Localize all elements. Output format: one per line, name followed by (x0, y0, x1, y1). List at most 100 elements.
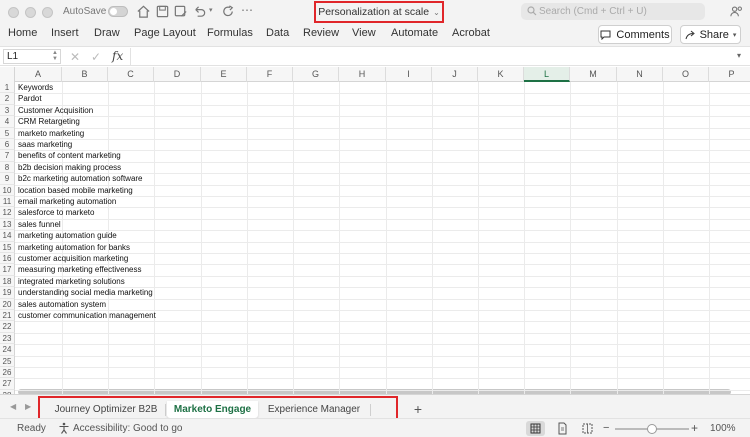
cell-a20[interactable]: sales automation system (18, 299, 106, 310)
zoom-in-button[interactable]: + (691, 421, 698, 435)
row-header-18[interactable]: 18 (0, 275, 15, 288)
comments-button[interactable]: Comments (598, 25, 672, 44)
sheet-tab-marketo-engage[interactable]: Marketo Engage (167, 401, 258, 418)
cell-a17[interactable]: measuring marketing effectiveness (18, 264, 141, 275)
cell-a14[interactable]: marketing automation guide (18, 230, 117, 241)
column-header-m[interactable]: M (570, 67, 617, 82)
column-header-n[interactable]: N (617, 67, 663, 82)
more-icon[interactable]: ⋯ (241, 3, 256, 18)
tab-data[interactable]: Data (266, 27, 289, 39)
cell-a13[interactable]: sales funnel (18, 219, 61, 230)
next-sheet-icon[interactable]: ▶ (25, 402, 31, 411)
prev-sheet-icon[interactable]: ◀ (10, 402, 16, 411)
row-header-10[interactable]: 10 (0, 184, 15, 196)
save-as-icon[interactable] (173, 4, 188, 19)
tab-acrobat[interactable]: Acrobat (452, 27, 490, 39)
column-header-k[interactable]: K (478, 67, 524, 82)
redo-icon[interactable] (221, 4, 236, 19)
column-header-p[interactable]: P (709, 67, 750, 82)
page-layout-view-icon[interactable] (553, 421, 572, 436)
row-header-1[interactable]: 1 (0, 82, 15, 94)
cell-a16[interactable]: customer acquisition marketing (18, 253, 128, 264)
row-header-15[interactable]: 15 (0, 241, 15, 253)
row-header-7[interactable]: 7 (0, 150, 15, 162)
accessibility-icon[interactable] (58, 422, 70, 434)
home-icon[interactable] (136, 4, 151, 19)
add-sheet-button[interactable]: + (406, 401, 430, 418)
row-header-27[interactable]: 27 (0, 378, 15, 390)
zoom-slider-thumb[interactable] (647, 424, 657, 434)
zoom-level[interactable]: 100% (710, 423, 736, 434)
row-header-9[interactable]: 9 (0, 173, 15, 185)
cell-a18[interactable]: integrated marketing solutions (18, 276, 125, 287)
row-header-13[interactable]: 13 (0, 218, 15, 231)
row-header-19[interactable]: 19 (0, 287, 15, 299)
zoom-window-button[interactable] (42, 7, 53, 18)
row-header-21[interactable]: 21 (0, 310, 15, 322)
name-box[interactable]: L1 ▲ ▼ (3, 49, 61, 64)
column-header-i[interactable]: I (386, 67, 432, 82)
column-header-d[interactable]: D (154, 67, 201, 82)
share-button[interactable]: Share ▾ (680, 25, 741, 44)
minimize-window-button[interactable] (25, 7, 36, 18)
save-icon[interactable] (155, 4, 170, 19)
accessibility-status[interactable]: Accessibility: Good to go (73, 423, 183, 434)
cell-a12[interactable]: salesforce to marketo (18, 207, 94, 218)
formula-input[interactable] (130, 48, 750, 65)
confirm-formula-icon[interactable]: ✓ (91, 50, 101, 64)
row-header-12[interactable]: 12 (0, 207, 15, 219)
tab-home[interactable]: Home (8, 27, 37, 39)
cell-a11[interactable]: email marketing automation (18, 196, 116, 207)
share-people-icon[interactable] (729, 4, 744, 19)
column-header-o[interactable]: O (663, 67, 709, 82)
row-header-8[interactable]: 8 (0, 161, 15, 174)
row-header-6[interactable]: 6 (0, 139, 15, 151)
cell-a7[interactable]: benefits of content marketing (18, 150, 121, 161)
expand-formula-icon[interactable]: ▾ (737, 51, 741, 60)
cell-a5[interactable]: marketo marketing (18, 128, 84, 139)
cell-a19[interactable]: understanding social media marketing (18, 287, 153, 298)
normal-view-icon[interactable] (526, 421, 545, 436)
row-header-5[interactable]: 5 (0, 127, 15, 139)
cell-a4[interactable]: CRM Retargeting (18, 116, 80, 127)
row-header-4[interactable]: 4 (0, 116, 15, 128)
document-title-highlight[interactable]: Personalization at scale ⌄ (314, 1, 444, 23)
row-header-14[interactable]: 14 (0, 230, 15, 242)
row-header-25[interactable]: 25 (0, 355, 15, 367)
row-header-23[interactable]: 23 (0, 332, 15, 345)
tab-page-layout[interactable]: Page Layout (134, 27, 196, 39)
undo-icon[interactable] (192, 4, 207, 19)
search-input[interactable]: Search (Cmd + Ctrl + U) (521, 3, 705, 20)
row-header-26[interactable]: 26 (0, 367, 15, 379)
row-header-16[interactable]: 16 (0, 253, 15, 265)
name-box-stepper-icon[interactable]: ▲ ▼ (52, 50, 58, 62)
cell-a1[interactable]: Keywords (18, 82, 53, 93)
sheet-tab-experience-manager[interactable]: Experience Manager (262, 401, 366, 418)
share-dropdown-icon[interactable]: ▾ (733, 31, 737, 39)
row-header-22[interactable]: 22 (0, 321, 15, 333)
cell-a15[interactable]: marketing automation for banks (18, 242, 130, 253)
column-header-f[interactable]: F (247, 67, 293, 82)
tab-review[interactable]: Review (303, 27, 339, 39)
sheet-tab-journey-optimizer-b2b[interactable]: Journey Optimizer B2B (48, 401, 164, 418)
column-header-l[interactable]: L (524, 67, 570, 82)
cell-a2[interactable]: Pardot (18, 93, 42, 104)
cell-a8[interactable]: b2b decision making process (18, 162, 121, 173)
column-header-e[interactable]: E (201, 67, 247, 82)
autosave-toggle[interactable] (108, 6, 128, 17)
column-header-j[interactable]: J (432, 67, 478, 82)
row-header-11[interactable]: 11 (0, 196, 15, 208)
select-all-corner[interactable] (0, 67, 15, 82)
cell-a10[interactable]: location based mobile marketing (18, 185, 133, 196)
close-window-button[interactable] (8, 7, 19, 18)
column-header-g[interactable]: G (293, 67, 339, 82)
column-header-b[interactable]: B (62, 67, 108, 82)
zoom-out-button[interactable]: − (603, 422, 609, 434)
cell-a21[interactable]: customer communication management (18, 310, 156, 321)
column-header-h[interactable]: H (339, 67, 386, 82)
cancel-formula-icon[interactable]: ✕ (70, 50, 80, 64)
tab-automate[interactable]: Automate (391, 27, 438, 39)
row-header-3[interactable]: 3 (0, 104, 15, 117)
page-break-view-icon[interactable] (578, 421, 597, 436)
column-header-c[interactable]: C (108, 67, 154, 82)
